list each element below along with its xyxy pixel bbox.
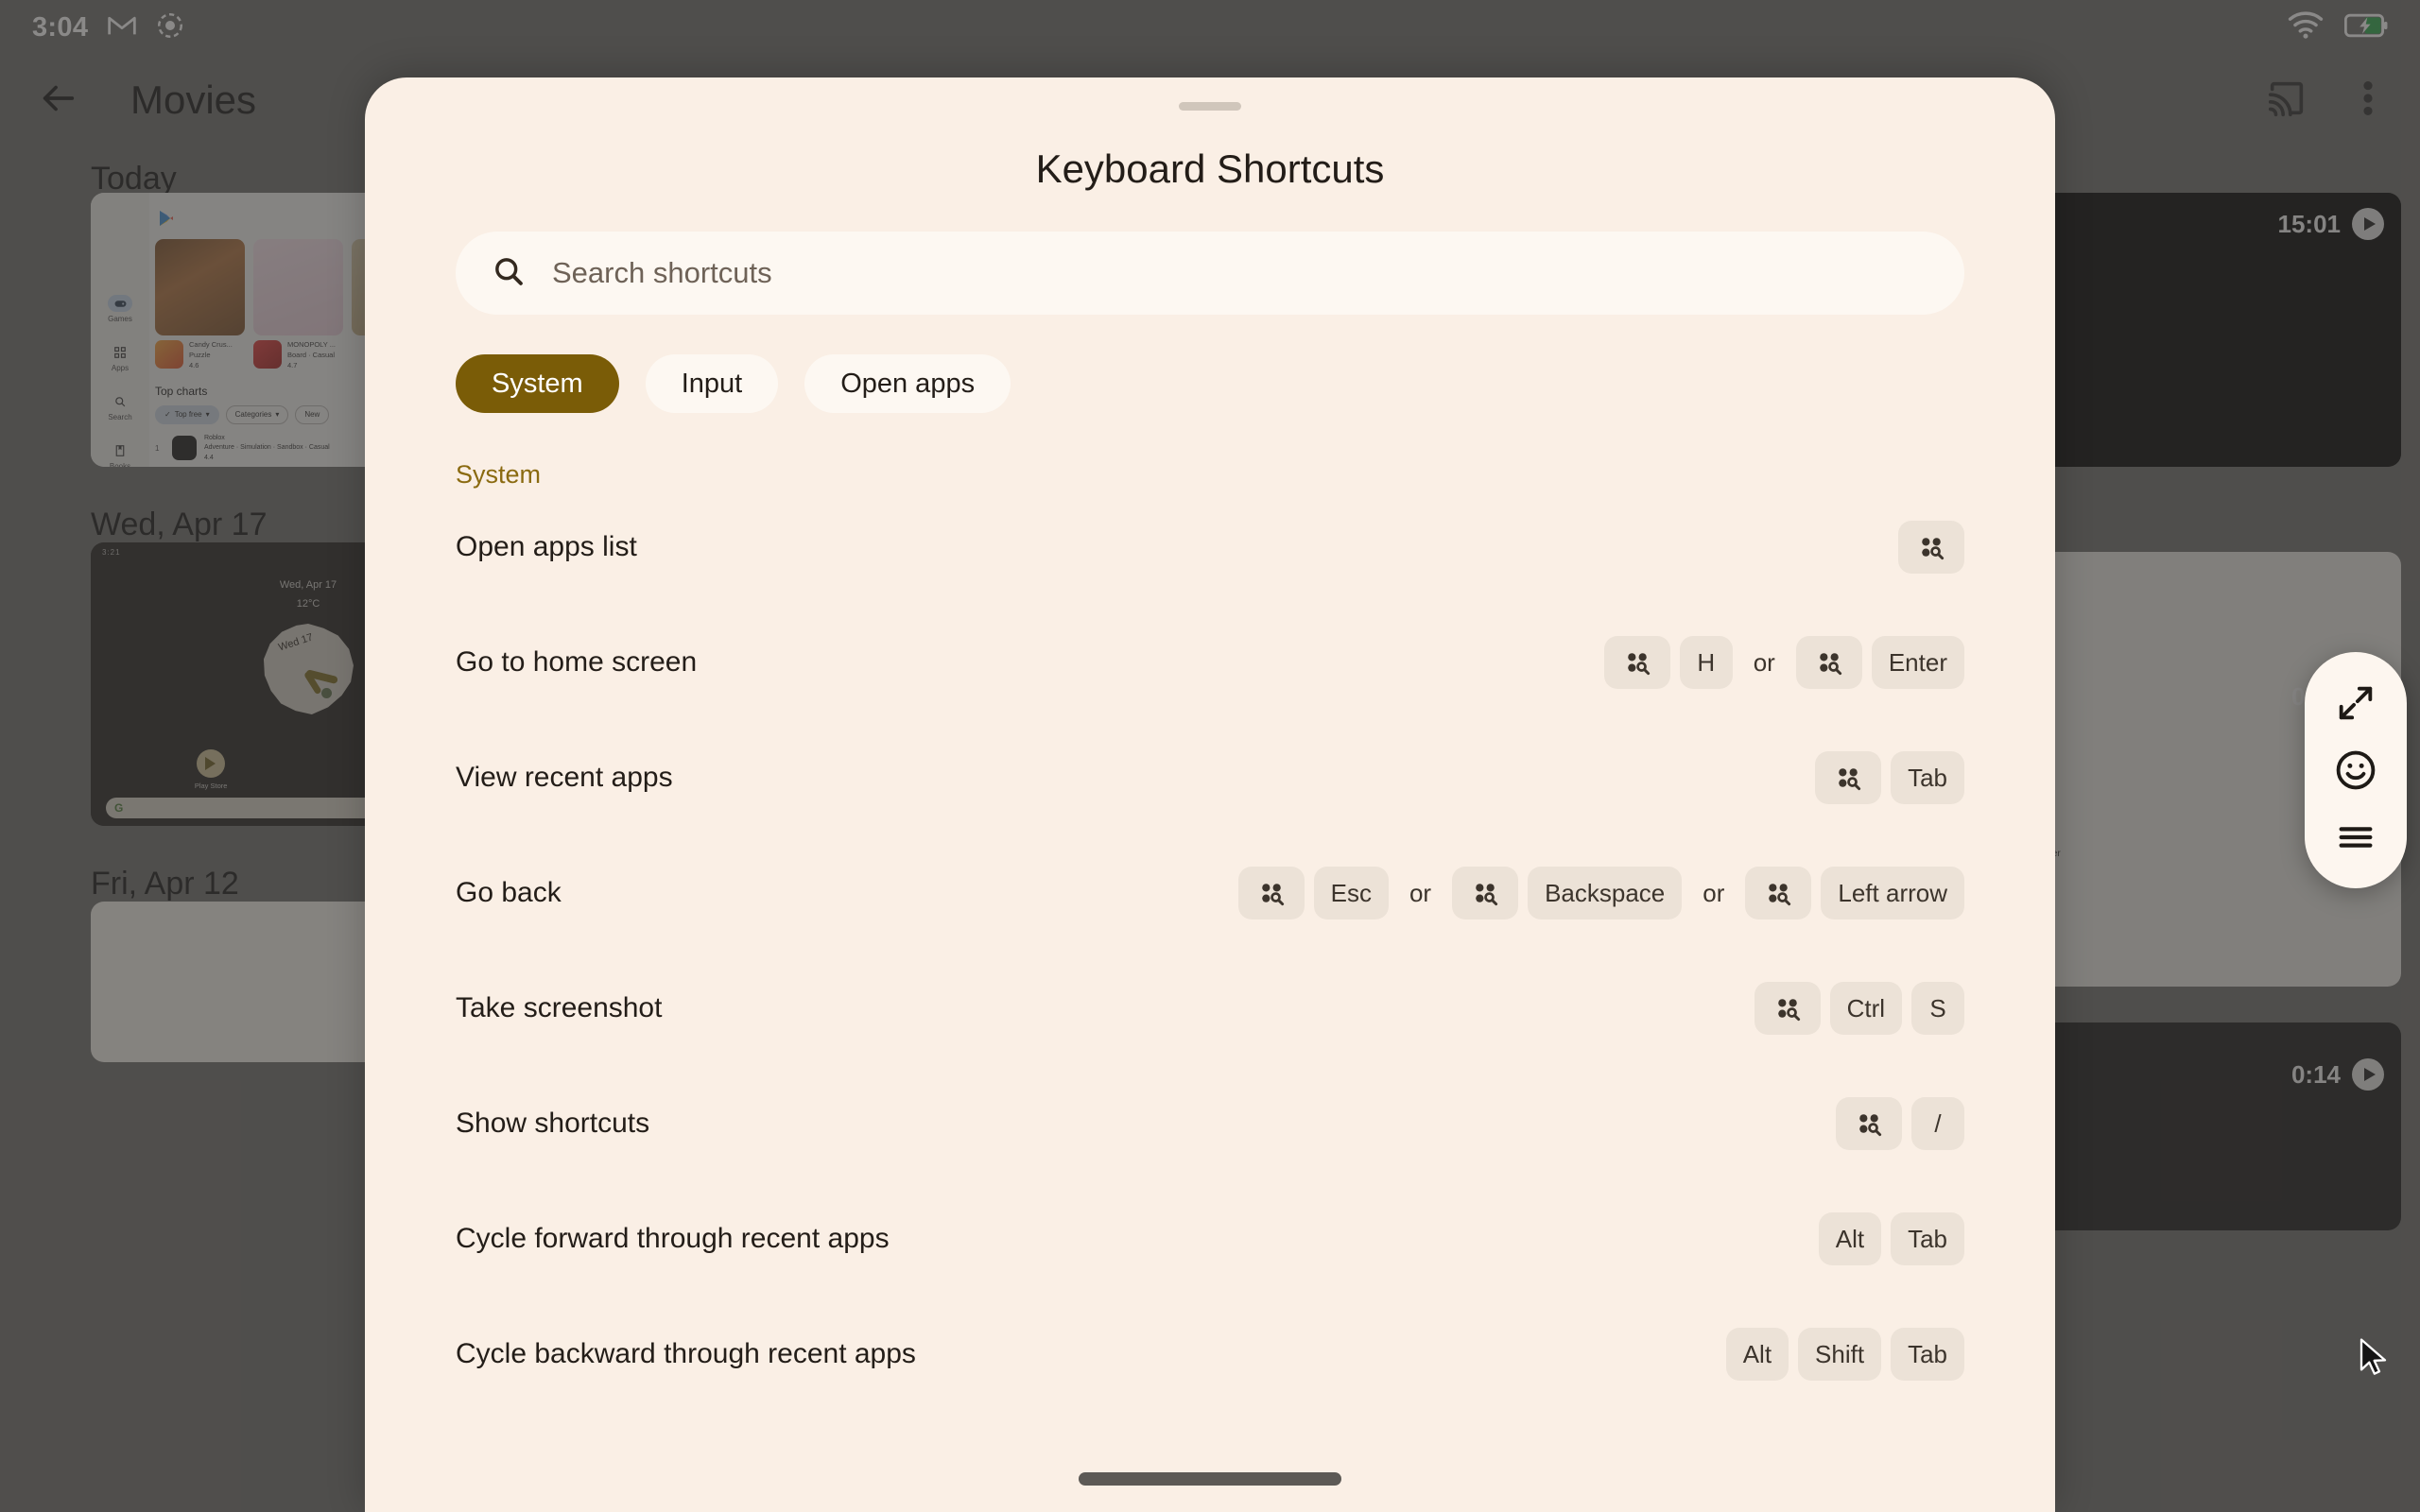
hamburger-menu-icon[interactable] <box>2330 812 2381 863</box>
action-key-icon <box>1237 867 1305 919</box>
key-chip: Enter <box>1871 636 1964 689</box>
key-chip: S <box>1911 982 1964 1035</box>
action-key-icon <box>1815 751 1882 804</box>
key-chip: / <box>1911 1097 1964 1150</box>
shortcut-row: Go to home screen Hor Enter <box>456 605 1964 720</box>
key-chip: Tab <box>1891 1328 1964 1381</box>
action-key-icon <box>1898 521 1964 574</box>
key-chip: Left arrow <box>1821 867 1964 919</box>
chip-label: Open apps <box>840 368 976 399</box>
shortcut-row: Open apps list <box>456 490 1964 605</box>
chip-label: Input <box>681 368 743 399</box>
shortcut-row: Cycle forward through recent apps Alt Tab <box>456 1181 1964 1297</box>
resize-expand-icon[interactable] <box>2330 678 2381 729</box>
key-or-separator: or <box>1409 878 1432 907</box>
shortcut-label: Take screenshot <box>456 992 663 1023</box>
mouse-cursor <box>2360 1338 2392 1381</box>
shortcut-label: View recent apps <box>456 762 673 793</box>
shortcut-label: Go to home screen <box>456 646 698 678</box>
shortcut-list: Open apps list Go to home screen Hor Enter V… <box>365 490 2055 1412</box>
filter-chip-input[interactable]: Input <box>645 354 779 413</box>
emoji-smiley-icon[interactable] <box>2330 745 2381 796</box>
shortcut-keys <box>1898 521 1964 574</box>
action-key-icon <box>1754 982 1821 1035</box>
search-input-placeholder: Search shortcuts <box>552 256 772 289</box>
shortcut-keys: Ctrl S <box>1754 982 1964 1035</box>
shortcut-keys: / <box>1836 1097 1964 1150</box>
search-icon <box>492 254 526 293</box>
section-header-system: System <box>456 460 542 489</box>
shortcut-keys: Alt Tab <box>1818 1212 1964 1265</box>
action-key-icon <box>1795 636 1862 689</box>
shortcut-row: View recent apps Tab <box>456 720 1964 835</box>
shortcut-keys: Hor Enter <box>1603 636 1964 689</box>
shortcut-keys: Tab <box>1815 751 1964 804</box>
key-or-separator: or <box>1753 647 1775 677</box>
action-key-icon <box>1603 636 1670 689</box>
floating-toolbar <box>2305 652 2407 888</box>
keyboard-shortcuts-dialog: Keyboard Shortcuts Search shortcuts Syst… <box>365 77 2055 1512</box>
key-chip: Alt <box>1818 1212 1882 1265</box>
shortcut-row: Show shortcuts / <box>456 1066 1964 1181</box>
search-shortcuts-field[interactable]: Search shortcuts <box>456 232 1964 315</box>
shortcut-label: Go back <box>456 877 562 908</box>
key-chip: Shift <box>1798 1328 1882 1381</box>
dialog-title: Keyboard Shortcuts <box>1035 146 1385 191</box>
gesture-navigation-bar[interactable] <box>1079 1472 1341 1486</box>
filter-chip-group: System Input Open apps <box>456 354 2055 413</box>
shortcut-label: Open apps list <box>456 531 637 562</box>
key-chip: Backspace <box>1528 867 1683 919</box>
key-or-separator: or <box>1703 878 1725 907</box>
shortcut-label: Show shortcuts <box>456 1108 650 1139</box>
filter-chip-open-apps[interactable]: Open apps <box>804 354 1011 413</box>
action-key-icon <box>1452 867 1519 919</box>
drag-handle[interactable] <box>1179 102 1241 111</box>
key-chip: H <box>1679 636 1733 689</box>
key-chip: Ctrl <box>1829 982 1902 1035</box>
shortcut-row: Cycle backward through recent apps Alt Shi… <box>456 1297 1964 1412</box>
shortcut-label: Cycle backward through recent apps <box>456 1338 916 1369</box>
key-chip: Tab <box>1891 1212 1964 1265</box>
shortcut-keys: Alt Shift Tab <box>1725 1328 1964 1381</box>
chip-label: System <box>492 368 583 399</box>
shortcut-row: Go back Esc or Backspace or Left arrow <box>456 835 1964 951</box>
key-chip: Alt <box>1725 1328 1789 1381</box>
shortcut-label: Cycle forward through recent apps <box>456 1223 890 1254</box>
shortcut-keys: Esc or Backspace or Left arrow <box>1237 867 1964 919</box>
shortcut-row: Take screenshot Ctrl S <box>456 951 1964 1066</box>
key-chip: Esc <box>1313 867 1389 919</box>
filter-chip-system[interactable]: System <box>456 354 619 413</box>
action-key-icon <box>1745 867 1812 919</box>
action-key-icon <box>1836 1097 1902 1150</box>
key-chip: Tab <box>1891 751 1964 804</box>
